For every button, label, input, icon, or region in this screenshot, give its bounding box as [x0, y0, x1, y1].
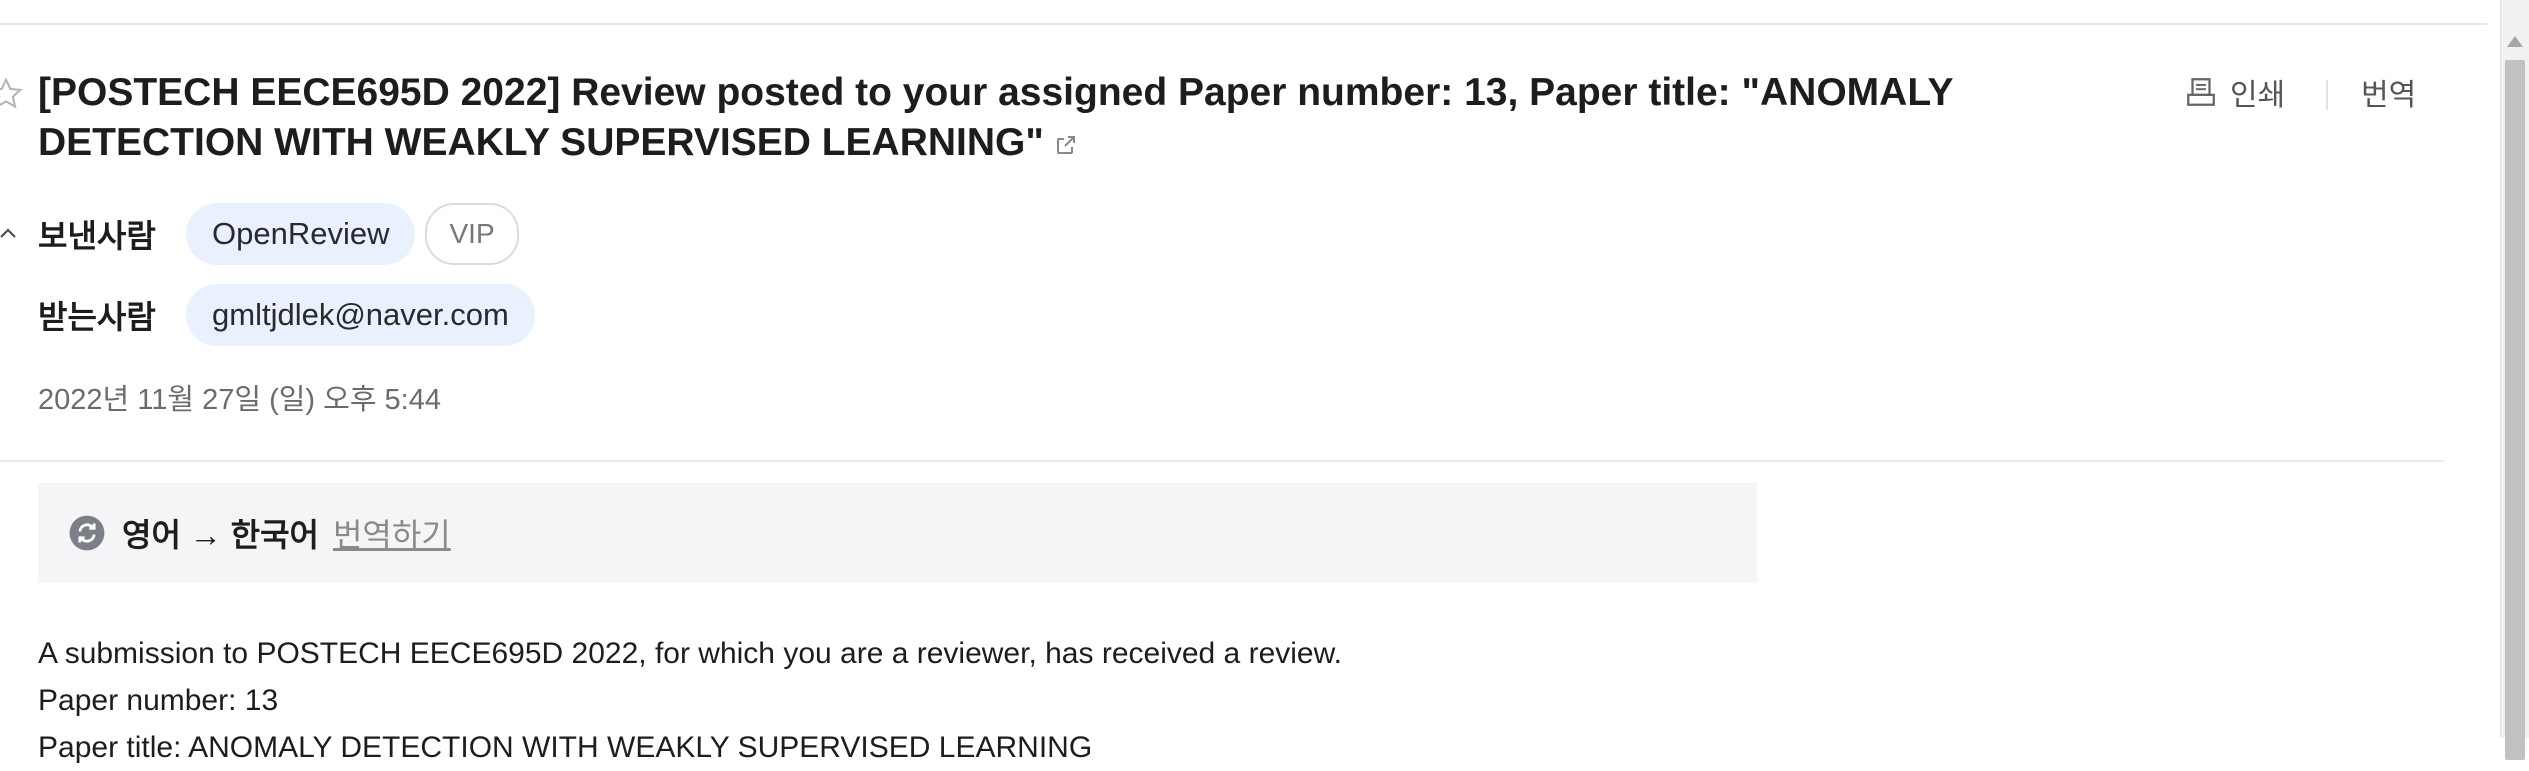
email-subject-text: [POSTECH EECE695D 2022] Review posted to… [38, 71, 1953, 164]
recipient-chip[interactable]: gmltjdlek@naver.com [186, 284, 535, 346]
header-divider [0, 23, 2487, 25]
email-date: 2022년 11월 27일 (일) 오후 5:44 [38, 384, 441, 416]
sender-chip[interactable]: OpenReview [186, 203, 416, 265]
email-body: A submission to POSTECH EECE695D 2022, f… [38, 630, 1342, 771]
print-button[interactable]: 인쇄 [2184, 70, 2285, 114]
sender-row: 보낸사람 OpenReview VIP [38, 203, 519, 265]
body-line: Paper title: ANOMALY DETECTION WITH WEAK… [38, 731, 1093, 764]
star-icon[interactable] [0, 76, 24, 112]
scroll-up-arrow-icon[interactable] [2507, 36, 2523, 47]
translate-refresh-icon [69, 515, 105, 551]
vip-badge[interactable]: VIP [425, 203, 519, 265]
print-label: 인쇄 [2230, 79, 2286, 112]
translation-languages: 영어 → 한국어 [122, 517, 319, 553]
scroll-thumb[interactable] [2505, 60, 2525, 760]
recipient-label: 받는사람 [38, 299, 156, 335]
sender-label: 보낸사람 [38, 218, 156, 254]
toolbar-separator [2326, 80, 2328, 110]
printer-icon [2187, 78, 2215, 106]
translate-link[interactable]: 번역하기 [333, 510, 451, 556]
external-link-icon[interactable] [1054, 120, 1078, 170]
translation-bar: 영어 → 한국어 번역하기 [38, 483, 1757, 583]
translate-button[interactable]: 번역 [2361, 70, 2416, 114]
chevron-up-icon[interactable] [0, 222, 20, 246]
content-divider [0, 460, 2444, 462]
body-line: Paper number: 13 [38, 684, 279, 717]
body-line: A submission to POSTECH EECE695D 2022, f… [38, 637, 1342, 670]
recipient-row: 받는사람 gmltjdlek@naver.com [38, 284, 535, 346]
email-subject: [POSTECH EECE695D 2022] Review posted to… [38, 68, 2148, 170]
vertical-scrollbar[interactable] [2500, 0, 2529, 760]
